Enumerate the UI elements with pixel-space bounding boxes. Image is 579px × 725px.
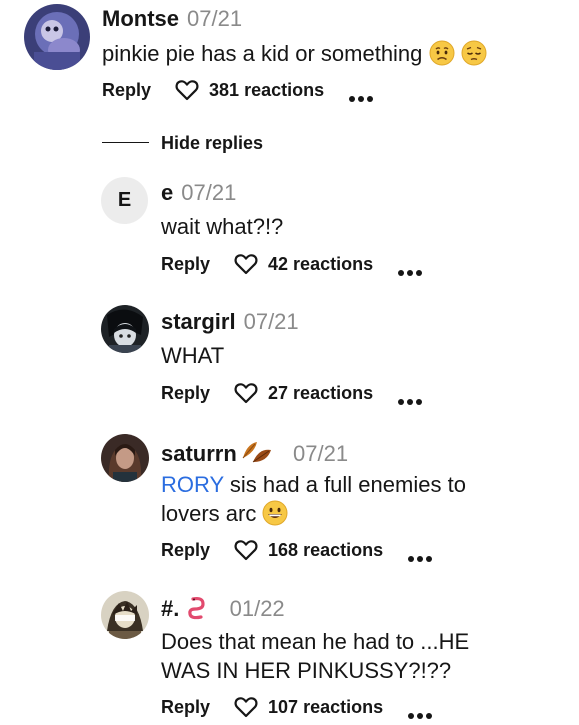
reaction-count[interactable]: 42 reactions xyxy=(268,253,373,275)
comment-header: Montse 07/21 xyxy=(102,6,242,32)
comment-actions: Reply 168 reactions xyxy=(161,539,433,562)
heart-icon[interactable] xyxy=(234,253,258,275)
mention-link[interactable]: RORY xyxy=(161,472,224,497)
comment-text: sis had a full enemies to xyxy=(229,472,466,497)
reply-button[interactable]: Reply xyxy=(161,382,210,404)
comment-text-block: RORY sis had a full enemies to lovers ar… xyxy=(161,470,561,533)
comment-header: stargirl 07/21 xyxy=(161,309,299,335)
reaction-count[interactable]: 107 reactions xyxy=(268,696,383,718)
avatar[interactable] xyxy=(101,591,149,639)
comment-date: 01/22 xyxy=(229,596,285,621)
comment-actions: Reply 42 reactions xyxy=(161,253,423,276)
comment-text-block: pinkie pie has a kid or something xyxy=(102,39,562,73)
comment-text: Does that mean he had to ...HE xyxy=(161,629,470,654)
author-name[interactable]: stargirl xyxy=(161,309,236,334)
more-options-icon[interactable] xyxy=(407,546,433,562)
comment-text-line: RORY sis had a full enemies to xyxy=(161,470,561,499)
more-options-icon[interactable] xyxy=(407,703,433,719)
comment-text: WHAT xyxy=(161,343,225,368)
more-options-icon[interactable] xyxy=(348,86,374,102)
author-name[interactable]: saturrn xyxy=(161,441,237,466)
comment-date: 07/21 xyxy=(187,6,243,31)
reply-button[interactable]: Reply xyxy=(161,253,210,275)
comment-text: wait what?!? xyxy=(161,214,284,239)
comment-text-line: lovers arc xyxy=(161,499,561,533)
reply-button[interactable]: Reply xyxy=(102,79,151,101)
reaction-count[interactable]: 27 reactions xyxy=(268,382,373,404)
comment-text-block: Does that mean he had to ...HE WAS IN HE… xyxy=(161,627,561,685)
grinning-face-icon xyxy=(262,500,288,533)
author-name[interactable]: e xyxy=(161,180,173,205)
divider xyxy=(102,142,149,143)
comment-header: e 07/21 xyxy=(161,180,236,206)
worried-face-icon xyxy=(429,40,455,73)
fallen-leaf-icon xyxy=(241,438,273,472)
comment-date: 07/21 xyxy=(181,180,237,205)
reaction-count[interactable]: 381 reactions xyxy=(209,79,324,101)
hide-replies-button[interactable]: Hide replies xyxy=(161,132,263,154)
comment-actions: Reply 107 reactions xyxy=(161,696,433,719)
heart-icon[interactable] xyxy=(234,382,258,404)
author-name[interactable]: Montse xyxy=(102,6,179,31)
pensive-face-icon xyxy=(461,40,487,73)
reply-button[interactable]: Reply xyxy=(161,539,210,561)
comment-text: WAS IN HER PINKUSSY?!?? xyxy=(161,658,452,683)
more-options-icon[interactable] xyxy=(397,260,423,276)
more-options-icon[interactable] xyxy=(397,389,423,405)
worm-icon xyxy=(185,595,209,627)
comment-text: lovers arc xyxy=(161,501,257,526)
comment-header: #. 01/22 xyxy=(161,595,285,627)
reply-button[interactable]: Reply xyxy=(161,696,210,718)
avatar[interactable]: E xyxy=(101,177,148,224)
avatar[interactable] xyxy=(24,4,90,70)
author-name[interactable]: #. xyxy=(161,596,179,621)
heart-icon[interactable] xyxy=(234,539,258,561)
heart-icon[interactable] xyxy=(175,79,199,101)
comment-text: pinkie pie has a kid or something xyxy=(102,41,423,66)
avatar[interactable] xyxy=(101,434,149,482)
reaction-count[interactable]: 168 reactions xyxy=(268,539,383,561)
avatar[interactable] xyxy=(101,305,149,353)
heart-icon[interactable] xyxy=(234,696,258,718)
comment-actions: Reply 381 reactions xyxy=(102,79,374,102)
comment-date: 07/21 xyxy=(243,309,299,334)
comment-actions: Reply 27 reactions xyxy=(161,382,423,405)
comment-date: 07/21 xyxy=(293,441,349,466)
comment-header: saturrn 07/21 xyxy=(161,438,348,472)
